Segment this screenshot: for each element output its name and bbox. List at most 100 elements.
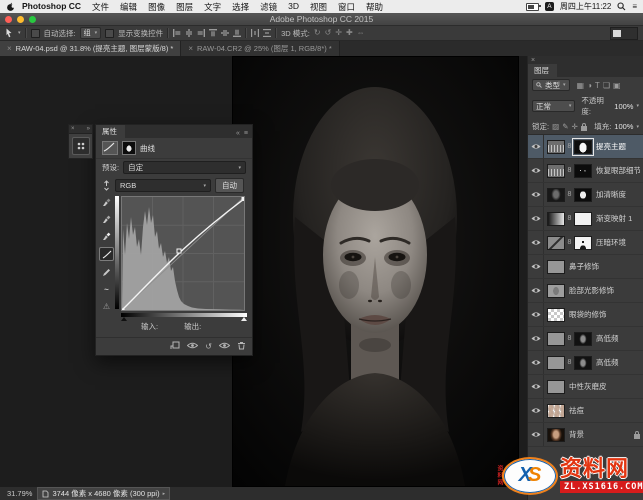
document-info-box[interactable]: 3744 像素 x 4680 像素 (300 ppi) ▸ xyxy=(37,487,170,500)
lock-all-icon[interactable] xyxy=(581,126,587,131)
preset-dropdown[interactable]: 自定▾ xyxy=(123,161,246,174)
layer-visibility-eye-icon[interactable] xyxy=(528,135,544,158)
align-left-edges-icon[interactable] xyxy=(173,29,181,37)
layer-row[interactable]: 背景 xyxy=(528,423,643,447)
fill-value[interactable]: 100% xyxy=(614,122,633,131)
layer-thumbnail[interactable] xyxy=(547,284,565,298)
filter-pixel-layers-icon[interactable]: ▦ xyxy=(577,81,585,90)
opacity-value[interactable]: 100% xyxy=(614,102,633,111)
input-source-icon[interactable]: A xyxy=(545,2,554,11)
menu-item[interactable]: 3D xyxy=(288,1,299,13)
show-transform-checkbox[interactable] xyxy=(105,29,114,38)
align-right-edges-icon[interactable] xyxy=(197,29,205,37)
layer-visibility-eye-icon[interactable] xyxy=(528,327,544,350)
menu-item[interactable]: 选择 xyxy=(232,1,249,13)
lock-position-icon[interactable]: ✛ xyxy=(571,122,577,131)
curves-grid[interactable] xyxy=(121,196,245,311)
apple-logo-icon[interactable] xyxy=(6,2,15,12)
menu-item[interactable]: 窗口 xyxy=(338,1,355,13)
document-tab[interactable]: × RAW-04.psd @ 31.8% (提亮主题, 图层蒙版/8) * xyxy=(0,41,181,56)
layer-visibility-eye-icon[interactable] xyxy=(528,183,544,206)
layer-thumbnail[interactable] xyxy=(547,188,565,202)
layer-thumbnail[interactable] xyxy=(547,380,565,394)
edit-curve-points-icon[interactable] xyxy=(99,247,114,261)
menu-item[interactable]: 图层 xyxy=(176,1,193,13)
layer-thumbnail[interactable] xyxy=(547,164,565,178)
adjustments-panel-icon[interactable] xyxy=(72,137,90,155)
move-tool-icon[interactable] xyxy=(5,28,14,38)
menu-item[interactable]: 文字 xyxy=(204,1,221,13)
workspace-switcher[interactable] xyxy=(610,27,638,40)
layer-thumbnail[interactable] xyxy=(547,140,565,154)
layer-thumbnail[interactable] xyxy=(574,164,592,178)
3d-roll-icon[interactable]: ↺ xyxy=(325,29,332,37)
layer-visibility-eye-icon[interactable] xyxy=(528,159,544,182)
auto-select-checkbox[interactable] xyxy=(31,29,40,38)
layer-row[interactable]: 8 提亮主题 xyxy=(528,135,643,159)
layer-thumbnail[interactable] xyxy=(574,236,592,250)
layer-thumbnail[interactable] xyxy=(574,332,592,346)
distribute-vertical-icon[interactable] xyxy=(263,29,271,37)
tab-layers[interactable]: 图层 xyxy=(528,64,557,77)
tool-preset-caret-icon[interactable]: ▾ xyxy=(18,30,21,36)
tab-close-icon[interactable]: × xyxy=(188,44,193,53)
menu-item[interactable]: 编辑 xyxy=(120,1,137,13)
menu-item[interactable]: 图像 xyxy=(148,1,165,13)
layer-thumbnail[interactable] xyxy=(547,236,565,250)
layer-visibility-eye-icon[interactable] xyxy=(528,423,544,446)
notification-center-icon[interactable]: ≡ xyxy=(632,2,637,11)
layer-thumbnail[interactable] xyxy=(547,212,565,226)
zoom-level-field[interactable]: 31.79% xyxy=(7,489,32,498)
smooth-curve-icon[interactable]: ~ xyxy=(100,283,113,295)
battery-icon[interactable] xyxy=(526,3,539,11)
menu-item[interactable]: 文件 xyxy=(92,1,109,13)
layer-row[interactable]: 鼻子修饰 xyxy=(528,255,643,279)
doc-info-caret-icon[interactable]: ▸ xyxy=(163,491,166,497)
filter-smart-objects-icon[interactable]: ▣ xyxy=(613,81,621,90)
layer-row[interactable]: 脸部光影修饰 xyxy=(528,279,643,303)
3d-slide-icon[interactable]: ✚ xyxy=(346,29,353,37)
auto-select-dropdown[interactable]: 组▾ xyxy=(80,27,102,39)
draw-curve-pencil-icon[interactable] xyxy=(100,266,113,278)
toggle-visibility-icon[interactable] xyxy=(219,342,230,351)
opacity-caret-icon[interactable]: ▾ xyxy=(636,103,639,109)
input-gradient-strip[interactable] xyxy=(121,313,247,317)
menu-item[interactable]: 帮助 xyxy=(366,1,383,13)
layer-row[interactable]: 中性灰磨皮 xyxy=(528,375,643,399)
document-canvas[interactable] xyxy=(232,56,519,487)
collapse-to-icons-icon[interactable]: « xyxy=(236,130,240,137)
layer-thumbnail[interactable] xyxy=(547,428,565,442)
layer-visibility-eye-icon[interactable] xyxy=(528,399,544,422)
layer-thumbnail[interactable] xyxy=(547,332,565,346)
filter-type-layers-icon[interactable]: T xyxy=(595,81,600,90)
3d-scale-icon[interactable]: ⇔ xyxy=(357,29,365,37)
menu-item[interactable]: 滤镜 xyxy=(260,1,277,13)
layer-row[interactable]: 8 高低频 xyxy=(528,351,643,375)
align-top-edges-icon[interactable] xyxy=(209,29,217,37)
menu-item[interactable]: 视图 xyxy=(310,1,327,13)
document-tab[interactable]: × RAW-04.CR2 @ 25% (图层 1, RGB/8*) * xyxy=(181,41,339,56)
layer-row[interactable]: 8 压暗环境 xyxy=(528,231,643,255)
channel-dropdown[interactable]: RGB▾ xyxy=(115,179,211,192)
layer-thumbnail[interactable] xyxy=(547,260,565,274)
white-point-eyedropper-icon[interactable] xyxy=(100,230,113,242)
layer-thumbnail[interactable] xyxy=(547,308,565,322)
layer-thumbnail[interactable] xyxy=(574,140,592,154)
tab-properties[interactable]: 属性 xyxy=(96,125,125,138)
align-vertical-centers-icon[interactable] xyxy=(221,29,229,37)
layer-thumbnail[interactable] xyxy=(547,356,565,370)
clipping-warning-icon[interactable]: ⚠ xyxy=(100,300,113,312)
reset-adjustment-icon[interactable]: ↺ xyxy=(205,342,212,351)
layer-thumbnail[interactable] xyxy=(574,356,592,370)
layer-row[interactable]: 眼袋的修饰 xyxy=(528,303,643,327)
filter-type-dropdown[interactable]: 类型▾ xyxy=(532,79,570,91)
lock-transparency-icon[interactable]: ▨ xyxy=(552,122,559,131)
layer-thumbnail[interactable] xyxy=(574,212,592,226)
menu-item[interactable]: Photoshop CC xyxy=(22,1,81,13)
spotlight-search-icon[interactable] xyxy=(617,2,626,11)
layer-visibility-eye-icon[interactable] xyxy=(528,255,544,278)
3d-pan-icon[interactable]: ✛ xyxy=(335,29,342,37)
filter-shape-layers-icon[interactable]: ❏ xyxy=(603,81,610,90)
3d-orbit-icon[interactable]: ↻ xyxy=(314,29,321,37)
layer-visibility-eye-icon[interactable] xyxy=(528,207,544,230)
